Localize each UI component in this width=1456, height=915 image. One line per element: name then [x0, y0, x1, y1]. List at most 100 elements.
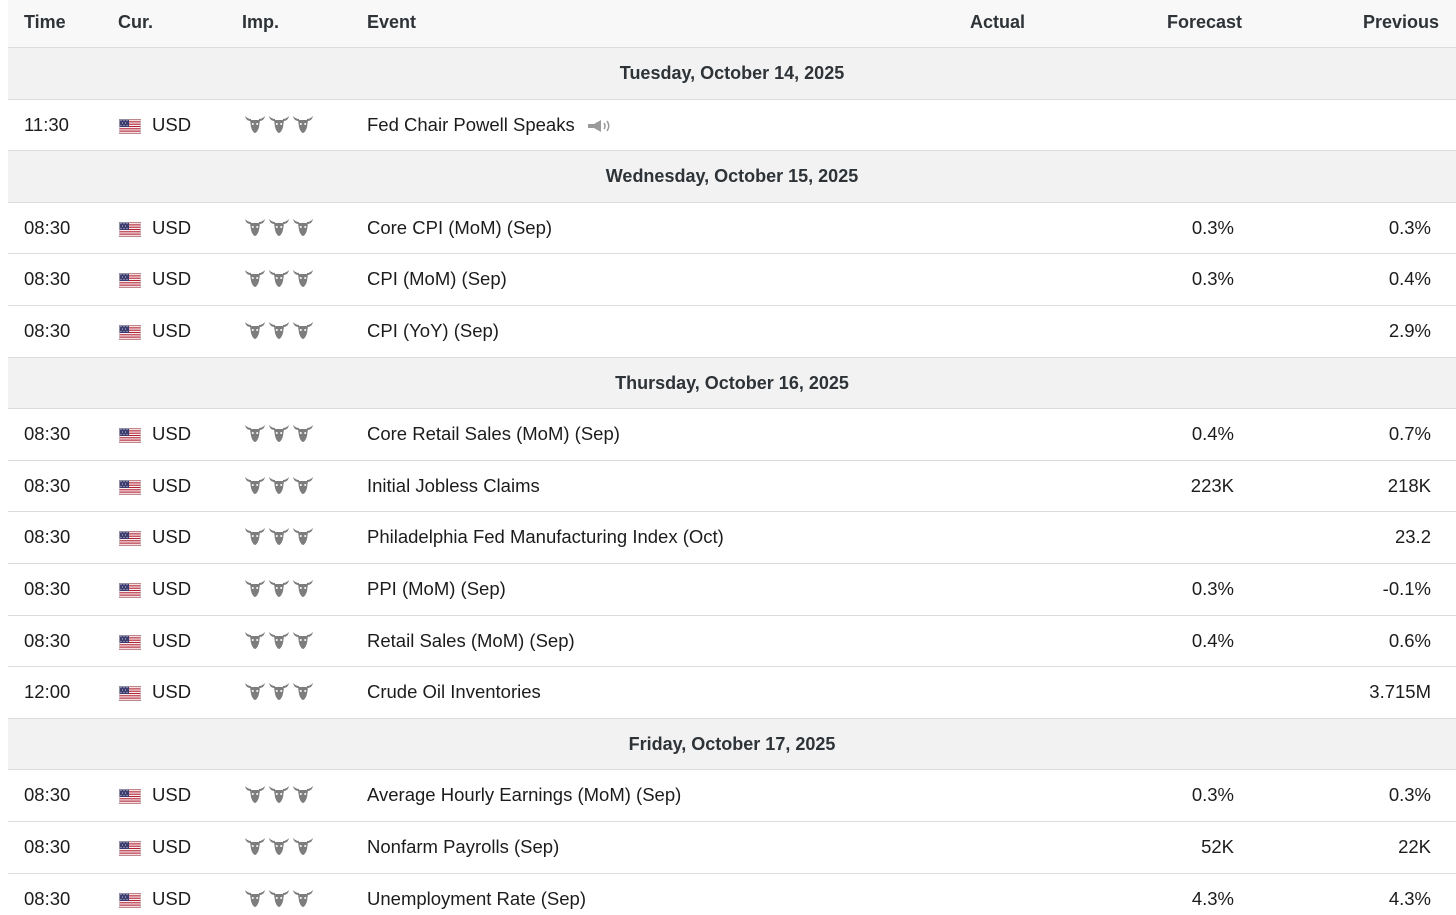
event-forecast: 0.4% — [1191, 423, 1234, 445]
event-name-link[interactable]: Initial Jobless Claims — [367, 475, 540, 496]
bull-head-icon — [292, 630, 316, 650]
event-forecast: 0.3% — [1191, 268, 1234, 290]
event-currency: USD — [152, 629, 192, 651]
event-currency: USD — [152, 319, 192, 341]
table-row[interactable]: 08:30 USD CPI (MoM) (Sep) 0.3% 0.4% — [8, 254, 1456, 306]
speaker-icon — [575, 114, 613, 135]
event-name-link[interactable]: Crude Oil Inventories — [367, 681, 541, 702]
event-name-link[interactable]: Nonfarm Payrolls (Sep) — [367, 836, 559, 857]
bull-head-icon — [292, 836, 316, 856]
event-name-link[interactable]: CPI (MoM) (Sep) — [367, 268, 507, 289]
importance-rating — [244, 268, 316, 288]
economic-calendar: Time Cur. Imp. Event Actual Forecast Pre… — [0, 0, 1456, 915]
event-name-link[interactable]: Fed Chair Powell Speaks — [367, 114, 575, 135]
bull-head-icon — [244, 114, 268, 134]
table-row[interactable]: 11:30 USD Fed Chair Powell Speaks — [8, 100, 1456, 152]
event-forecast: 0.4% — [1191, 629, 1234, 651]
event-name-link[interactable]: Retail Sales (MoM) (Sep) — [367, 630, 575, 651]
event-cell: Initial Jobless Claims — [367, 461, 540, 511]
importance-rating — [244, 217, 316, 237]
importance-rating — [244, 681, 316, 701]
day-label: Tuesday, October 14, 2025 — [619, 63, 845, 83]
header-time[interactable]: Time — [24, 12, 66, 33]
bull-head-icon — [292, 268, 316, 288]
event-time: 08:30 — [24, 887, 71, 909]
bull-head-icon — [268, 114, 292, 134]
event-cell: Fed Chair Powell Speaks — [367, 100, 613, 150]
table-row[interactable]: 08:30 USD Unemployment Rate (Sep) 4.3% 4.3% — [8, 874, 1456, 915]
us-flag-icon — [119, 118, 141, 134]
importance-rating — [244, 526, 316, 546]
header-event[interactable]: Event — [367, 12, 416, 33]
bull-head-icon — [268, 784, 292, 804]
event-currency: USD — [152, 268, 192, 290]
table-row[interactable]: 08:30 USD Initial Jobless Claims 223K 218K — [8, 461, 1456, 513]
us-flag-icon — [119, 324, 141, 340]
bull-head-icon — [268, 578, 292, 598]
event-cell: Crude Oil Inventories — [367, 667, 541, 717]
table-row[interactable]: 08:30 USD Retail Sales (MoM) (Sep) 0.4% 0.6% — [8, 616, 1456, 668]
event-forecast: 0.3% — [1191, 577, 1234, 599]
header-actual[interactable]: Actual — [970, 12, 1025, 33]
bull-head-icon — [268, 268, 292, 288]
event-time: 08:30 — [24, 423, 71, 445]
event-cell: Philadelphia Fed Manufacturing Index (Oc… — [367, 512, 724, 562]
event-previous: 3.715M — [1369, 681, 1431, 703]
event-currency: USD — [152, 835, 192, 857]
table-row[interactable]: 08:30 USD CPI (YoY) (Sep) 2.9% — [8, 306, 1456, 358]
event-time: 11:30 — [24, 113, 69, 135]
event-forecast: 0.3% — [1191, 784, 1234, 806]
table-row[interactable]: 08:30 USD Average Hourly Earnings (MoM) (S… — [8, 770, 1456, 822]
event-time: 08:30 — [24, 526, 71, 548]
table-row[interactable]: 08:30 USD PPI (MoM) (Sep) 0.3% -0.1% — [8, 564, 1456, 616]
event-name-link[interactable]: Unemployment Rate (Sep) — [367, 888, 586, 909]
table-row[interactable]: 08:30 USD Core Retail Sales (MoM) (Sep) 0.4… — [8, 409, 1456, 461]
header-forecast[interactable]: Forecast — [1167, 12, 1242, 33]
event-forecast: 223K — [1190, 474, 1234, 496]
day-header-row: Friday, October 17, 2025 — [8, 718, 1456, 771]
table-row[interactable]: 08:30 USD Core CPI (MoM) (Sep) 0.3% 0.3% — [8, 203, 1456, 255]
bull-head-icon — [292, 784, 316, 804]
event-name-link[interactable]: Core Retail Sales (MoM) (Sep) — [367, 423, 620, 444]
bull-head-icon — [292, 320, 316, 340]
bull-head-icon — [268, 681, 292, 701]
event-currency: USD — [152, 887, 192, 909]
bull-head-icon — [268, 217, 292, 237]
event-time: 12:00 — [24, 681, 71, 703]
header-currency[interactable]: Cur. — [118, 12, 153, 33]
event-currency: USD — [152, 526, 192, 548]
bull-head-icon — [292, 423, 316, 443]
bull-head-icon — [268, 888, 292, 908]
event-name-link[interactable]: Core CPI (MoM) (Sep) — [367, 217, 552, 238]
table-body: Tuesday, October 14, 2025 11:30 USD Fed Cha… — [8, 48, 1456, 915]
bull-head-icon — [292, 578, 316, 598]
us-flag-icon — [119, 221, 141, 237]
event-currency: USD — [152, 216, 192, 238]
event-currency: USD — [152, 113, 192, 135]
bull-head-icon — [268, 475, 292, 495]
event-time: 08:30 — [24, 474, 71, 496]
table-row[interactable]: 08:30 USD Philadelphia Fed Manufacturing I… — [8, 512, 1456, 564]
event-name-link[interactable]: CPI (YoY) (Sep) — [367, 320, 499, 341]
day-label: Friday, October 17, 2025 — [628, 733, 836, 754]
header-importance[interactable]: Imp. — [242, 12, 279, 33]
us-flag-icon — [119, 428, 141, 444]
bull-head-icon — [244, 217, 268, 237]
table-row[interactable]: 12:00 USD Crude Oil Inventories 3.715M — [8, 667, 1456, 719]
event-previous: 22K — [1398, 835, 1431, 857]
event-forecast: 0.3% — [1191, 216, 1234, 238]
bull-head-icon — [268, 320, 292, 340]
event-name-link[interactable]: Philadelphia Fed Manufacturing Index (Oc… — [367, 526, 724, 547]
event-time: 08:30 — [24, 577, 71, 599]
importance-rating — [244, 114, 316, 134]
day-header-row: Thursday, October 16, 2025 — [8, 357, 1456, 410]
event-name-link[interactable]: Average Hourly Earnings (MoM) (Sep) — [367, 784, 681, 805]
event-previous: 218K — [1387, 474, 1431, 496]
event-name-link[interactable]: PPI (MoM) (Sep) — [367, 578, 506, 599]
importance-rating — [244, 475, 316, 495]
header-previous[interactable]: Previous — [1363, 12, 1439, 33]
us-flag-icon — [119, 634, 141, 650]
table-row[interactable]: 08:30 USD Nonfarm Payrolls (Sep) 52K 22K — [8, 822, 1456, 874]
event-currency: USD — [152, 784, 192, 806]
event-cell: Nonfarm Payrolls (Sep) — [367, 822, 559, 872]
